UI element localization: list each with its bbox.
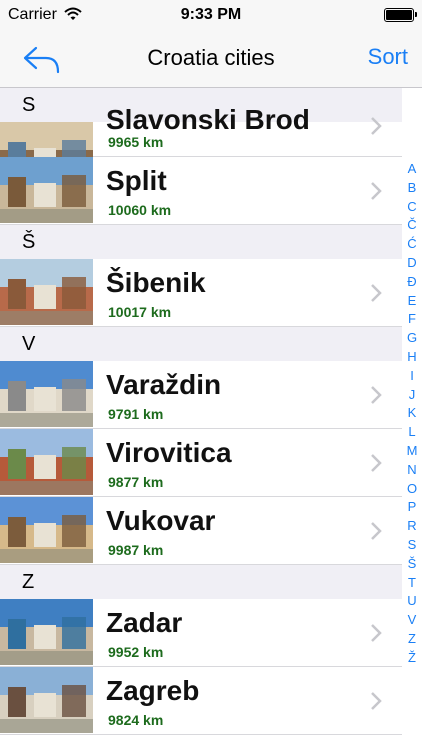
chevron-right-icon — [371, 522, 382, 540]
city-name: Zadar — [106, 607, 183, 638]
section-letter: Z — [22, 571, 35, 593]
index-letter[interactable]: Đ — [402, 273, 422, 292]
city-name: Vukovar — [106, 505, 216, 536]
city-row[interactable]: Zadar 9952 km — [0, 599, 402, 667]
index-letter[interactable]: Z — [402, 630, 422, 649]
city-photo — [0, 157, 93, 223]
index-letter[interactable]: Š — [402, 555, 422, 574]
section-letter: S — [22, 94, 36, 116]
chevron-right-icon — [371, 117, 382, 135]
city-name: Virovitica — [106, 437, 232, 468]
city-distance: 9987 km — [108, 542, 164, 558]
city-photo — [0, 122, 93, 157]
index-letter[interactable]: C — [402, 198, 422, 217]
index-letter[interactable]: H — [402, 348, 422, 367]
section-index[interactable]: ABCČĆDĐEFGHIJKLMNOPRSŠTUVZŽ — [402, 160, 422, 680]
city-name: Zagreb — [106, 675, 200, 706]
city-distance: 9791 km — [108, 406, 164, 422]
index-letter[interactable]: M — [402, 442, 422, 461]
index-letter[interactable]: U — [402, 592, 422, 611]
city-distance: 10017 km — [108, 304, 172, 320]
index-letter[interactable]: L — [402, 423, 422, 442]
battery-icon — [384, 8, 417, 22]
city-name: Varaždin — [106, 369, 222, 400]
city-list[interactable]: S Slavonski Brod 9965 km Split 10060 km Š Šibe… — [0, 88, 402, 750]
city-distance: 9824 km — [108, 712, 164, 728]
city-distance: 10060 km — [108, 202, 172, 218]
city-row[interactable]: Varaždin 9791 km — [0, 361, 402, 429]
city-row[interactable]: Vukovar 9987 km — [0, 497, 402, 565]
city-row[interactable]: Virovitica 9877 km — [0, 429, 402, 497]
section-header: Z — [0, 565, 402, 599]
city-photo — [0, 667, 93, 733]
index-letter[interactable]: N — [402, 461, 422, 480]
index-letter[interactable]: Ž — [402, 649, 422, 668]
chevron-right-icon — [371, 386, 382, 404]
city-distance: 9877 km — [108, 474, 164, 490]
section-letter: V — [22, 333, 36, 355]
index-letter[interactable]: A — [402, 160, 422, 179]
index-letter[interactable]: F — [402, 310, 422, 329]
index-letter[interactable]: Č — [402, 216, 422, 235]
chevron-right-icon — [371, 182, 382, 200]
city-row[interactable]: Split 10060 km — [0, 157, 402, 225]
section-letter: Š — [22, 231, 36, 253]
index-letter[interactable]: R — [402, 517, 422, 536]
index-letter[interactable]: J — [402, 386, 422, 405]
city-name: Slavonski Brod — [106, 104, 310, 135]
navigation-bar: Croatia cities Sort — [0, 32, 422, 88]
city-photo — [0, 599, 93, 665]
index-letter[interactable]: E — [402, 292, 422, 311]
city-name: Šibenik — [106, 267, 206, 298]
index-letter[interactable]: S — [402, 536, 422, 555]
index-letter[interactable]: B — [402, 179, 422, 198]
index-letter[interactable]: T — [402, 574, 422, 593]
index-letter[interactable]: O — [402, 480, 422, 499]
city-row[interactable]: Slavonski Brod 9965 km — [0, 104, 402, 157]
back-button[interactable] — [14, 38, 74, 82]
index-letter[interactable]: V — [402, 611, 422, 630]
section-header: V — [0, 327, 402, 361]
chevron-right-icon — [371, 624, 382, 642]
status-bar: Carrier 9:33 PM — [0, 0, 422, 32]
city-photo — [0, 259, 93, 325]
city-row[interactable]: Šibenik 10017 km — [0, 259, 402, 327]
city-photo — [0, 429, 93, 495]
back-arrow-icon — [23, 46, 60, 74]
sort-button[interactable]: Sort — [368, 44, 408, 70]
index-letter[interactable]: K — [402, 404, 422, 423]
city-photo — [0, 361, 93, 427]
city-distance: 9965 km — [108, 134, 164, 150]
index-letter[interactable]: P — [402, 498, 422, 517]
city-distance: 9952 km — [108, 644, 164, 660]
index-letter[interactable]: D — [402, 254, 422, 273]
section-header: Š — [0, 225, 402, 259]
index-letter[interactable]: I — [402, 367, 422, 386]
city-name: Split — [106, 165, 167, 196]
index-letter[interactable]: Ć — [402, 235, 422, 254]
city-row[interactable]: Zagreb 9824 km — [0, 667, 402, 735]
page-title: Croatia cities — [147, 45, 275, 70]
index-letter[interactable]: G — [402, 329, 422, 348]
chevron-right-icon — [371, 454, 382, 472]
chevron-right-icon — [371, 284, 382, 302]
clock: 9:33 PM — [180, 6, 242, 23]
city-photo — [0, 497, 93, 563]
chevron-right-icon — [371, 692, 382, 710]
